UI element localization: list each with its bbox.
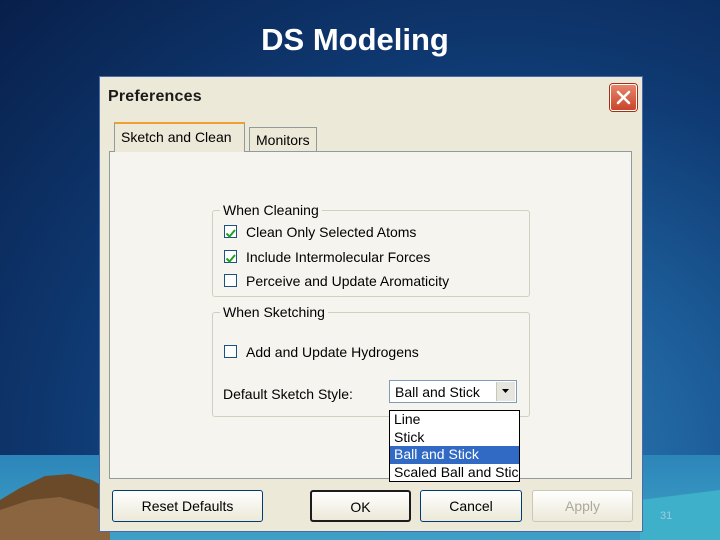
dropdown-option-stick[interactable]: Stick xyxy=(390,429,519,447)
close-button[interactable] xyxy=(610,84,637,111)
close-icon xyxy=(616,90,631,105)
checkbox[interactable] xyxy=(224,274,237,287)
cancel-button[interactable]: Cancel xyxy=(420,490,522,522)
checkbox-label: Add and Update Hydrogens xyxy=(246,344,419,360)
default-sketch-style-select[interactable]: Ball and Stick xyxy=(389,380,517,403)
dropdown-option-line[interactable]: Line xyxy=(390,411,519,429)
checkbox[interactable] xyxy=(224,225,237,238)
slide-page-number: 31 xyxy=(660,510,673,522)
tab-sketch-and-clean[interactable]: Sketch and Clean xyxy=(114,122,245,152)
checkbox[interactable] xyxy=(224,345,237,358)
when-cleaning-label: When Cleaning xyxy=(220,202,322,218)
dropdown-option-ball-and-stick[interactable]: Ball and Stick xyxy=(390,446,519,464)
ok-button[interactable]: OK xyxy=(310,490,411,522)
reset-defaults-button[interactable]: Reset Defaults xyxy=(112,490,263,522)
when-sketching-label: When Sketching xyxy=(220,304,328,320)
dropdown-button[interactable] xyxy=(496,382,515,401)
checkmark-icon xyxy=(225,229,236,238)
chevron-down-icon xyxy=(502,389,509,393)
checkbox-label: Clean Only Selected Atoms xyxy=(246,224,417,240)
checkbox-label: Include Intermolecular Forces xyxy=(246,249,431,265)
dialog-title: Preferences xyxy=(108,88,202,105)
tab-monitors[interactable]: Monitors xyxy=(249,127,317,152)
checkbox[interactable] xyxy=(224,250,237,263)
slide-title: DS Modeling xyxy=(261,22,449,57)
sketch-style-dropdown-list: Line Stick Ball and Stick Scaled Ball an… xyxy=(389,410,520,482)
checkmark-icon xyxy=(225,254,236,263)
default-sketch-style-label: Default Sketch Style: xyxy=(223,386,353,402)
select-value: Ball and Stick xyxy=(395,384,480,400)
dialog-titlebar[interactable]: Preferences xyxy=(100,77,642,117)
apply-button[interactable]: Apply xyxy=(532,490,633,522)
preferences-dialog: Preferences Sketch and Clean Monitors Wh… xyxy=(99,76,643,532)
dropdown-option-scaled-ball-and-stick[interactable]: Scaled Ball and Stic xyxy=(390,464,519,482)
checkbox-label: Perceive and Update Aromaticity xyxy=(246,273,450,289)
